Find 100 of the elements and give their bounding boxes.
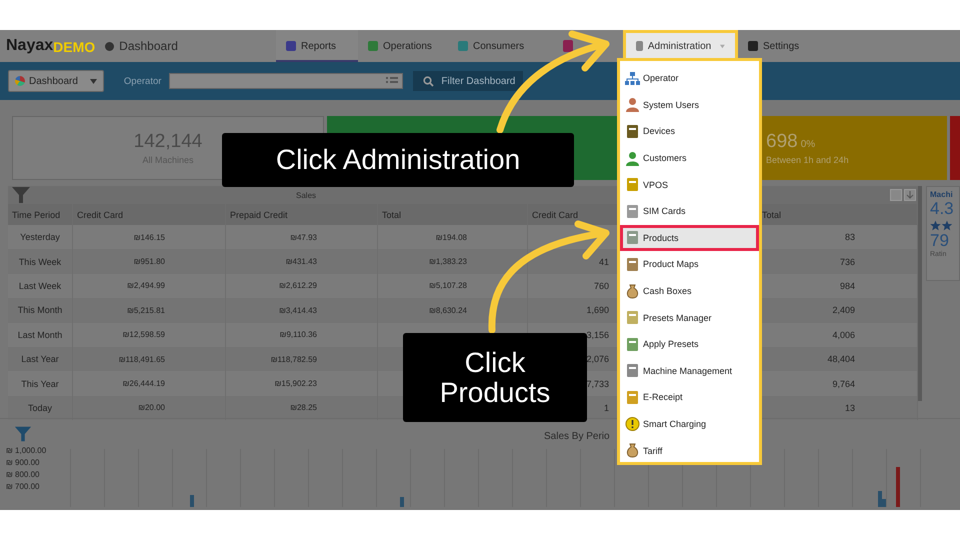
user-icon (625, 97, 640, 112)
callout: Click Administration (222, 133, 574, 187)
menu-item[interactable]: Apply Presets (620, 330, 759, 358)
table-cell: ₪2,612.29 (279, 281, 317, 290)
menu-item[interactable]: Product Maps (620, 251, 759, 278)
table-cell: 7,733 (586, 378, 609, 389)
nav-tab[interactable]: Consumers (448, 30, 543, 62)
table-cell: ₪146.15 (134, 232, 165, 242)
table-cell: 4,006 (832, 330, 855, 340)
table-cell: This Month (18, 305, 62, 316)
menu-item[interactable]: E-Receipt (620, 384, 759, 411)
page-title: Dashboard (119, 39, 178, 53)
download-icon[interactable] (904, 189, 916, 201)
document-icon (625, 256, 640, 272)
table-cell: ₪8,630.24 (429, 306, 467, 315)
chart-bar (400, 497, 404, 507)
nav-tab[interactable]: Operations (358, 30, 448, 62)
table-cell: Today (28, 402, 52, 413)
table-cell: 48,404 (827, 354, 855, 364)
document-icon (625, 310, 640, 326)
stars-icon (930, 220, 953, 230)
table-cell: 9,764 (832, 378, 855, 389)
table-cell: 83 (844, 232, 855, 242)
search-icon (423, 76, 434, 86)
org-chart-icon (625, 70, 640, 86)
table-cell: ₪118,491.65 (118, 354, 165, 364)
axis-tick-label: ₪ 800.00 (6, 470, 40, 479)
view-dropdown[interactable]: Dashboard (8, 70, 104, 92)
logo: NayaxDEMO (6, 37, 96, 55)
table-cell: Yesterday (20, 232, 60, 242)
table-cell: 2,409 (832, 305, 855, 316)
menu-item[interactable]: SIM Cards (620, 198, 759, 225)
panel-title: Machi (930, 190, 954, 199)
chart-bar (896, 467, 900, 507)
menu-item[interactable]: Operator (620, 65, 759, 92)
table-cell: 13 (844, 402, 855, 413)
operator-label: Operator (124, 76, 162, 86)
caret-icon (720, 44, 725, 48)
dashboard-icon (105, 42, 114, 50)
table-cell: ₪5,107.28 (429, 281, 467, 290)
products-icon (625, 230, 640, 246)
rating-count: 79 (930, 231, 950, 250)
table-cell: ₪9,110.36 (280, 330, 317, 340)
table-cell: 3,156 (586, 330, 609, 340)
axis-tick-label: ₪ 900.00 (6, 458, 40, 467)
callout: Click Products (403, 333, 587, 422)
table-cell: 736 (840, 256, 855, 267)
table-cell: ₪20.00 (138, 403, 165, 412)
menu-item[interactable]: Devices (620, 118, 759, 145)
filter-button[interactable]: Filter Dashboard (413, 71, 524, 91)
table-cell: Last Month (18, 330, 62, 340)
list-icon[interactable] (386, 76, 398, 86)
terminal-icon (625, 177, 640, 192)
menu-item[interactable]: Machine Management (620, 358, 759, 384)
table-cell: 1,690 (586, 305, 609, 316)
table-cell: ₪26,444.19 (122, 379, 165, 388)
money-bag-icon (625, 443, 640, 458)
table-cell: Last Week (18, 280, 62, 291)
table-cell: 1 (604, 402, 609, 413)
menu-item[interactable]: VPOS (620, 171, 759, 198)
stat-percent: 0% (800, 139, 816, 150)
menu-item[interactable]: Presets Manager (620, 304, 759, 331)
table-cell: This Year (21, 378, 59, 389)
nav-tab[interactable]: Reports (276, 30, 358, 62)
square-icon[interactable] (890, 189, 902, 201)
table-cell: 760 (594, 280, 609, 291)
menu-item[interactable]: System Users (620, 92, 759, 118)
menu-item[interactable]: Smart Charging (620, 410, 759, 438)
machine-icon (625, 363, 640, 378)
table-cell: ₪47.93 (290, 232, 317, 242)
sim-card-icon (625, 204, 640, 219)
table-cell: Last Year (21, 354, 59, 364)
filter-icon[interactable] (14, 425, 32, 443)
menu-item[interactable]: Customers (620, 144, 759, 172)
table-cell: ₪28.25 (290, 403, 317, 412)
menu-item[interactable]: Products (620, 224, 759, 252)
axis-tick-label: ₪ 1,000.00 (6, 446, 48, 455)
table-cell: 41 (598, 256, 609, 267)
table-cell: ₪431.43 (286, 257, 317, 266)
receipt-icon (625, 390, 640, 405)
chart-title: Sales By Perio (544, 431, 610, 442)
table-cell: ₪2,494.99 (127, 281, 165, 290)
tab-icon[interactable] (563, 40, 573, 52)
person-icon (625, 150, 640, 166)
table-cell: ₪194.08 (436, 232, 467, 242)
chart-bar (190, 495, 194, 507)
table-cell: ₪1,383.23 (429, 257, 467, 266)
nav-tab[interactable]: Settings (738, 30, 813, 62)
table-cell: This Week (18, 256, 62, 267)
table-cell: ₪3,414.43 (279, 306, 317, 315)
table-cell: ₪12,598.59 (122, 330, 165, 340)
device-icon (625, 124, 640, 139)
menu-item[interactable]: Tariff (620, 437, 759, 464)
menu-item[interactable]: Cash Boxes (620, 278, 759, 304)
column-group-header: Sales (296, 190, 316, 200)
stat-value: 698 (766, 131, 798, 153)
document-icon (625, 336, 640, 352)
axis-tick-label: ₪ 700.00 (6, 482, 40, 491)
table-cell: 2,076 (586, 354, 609, 364)
caret-icon (90, 78, 97, 84)
